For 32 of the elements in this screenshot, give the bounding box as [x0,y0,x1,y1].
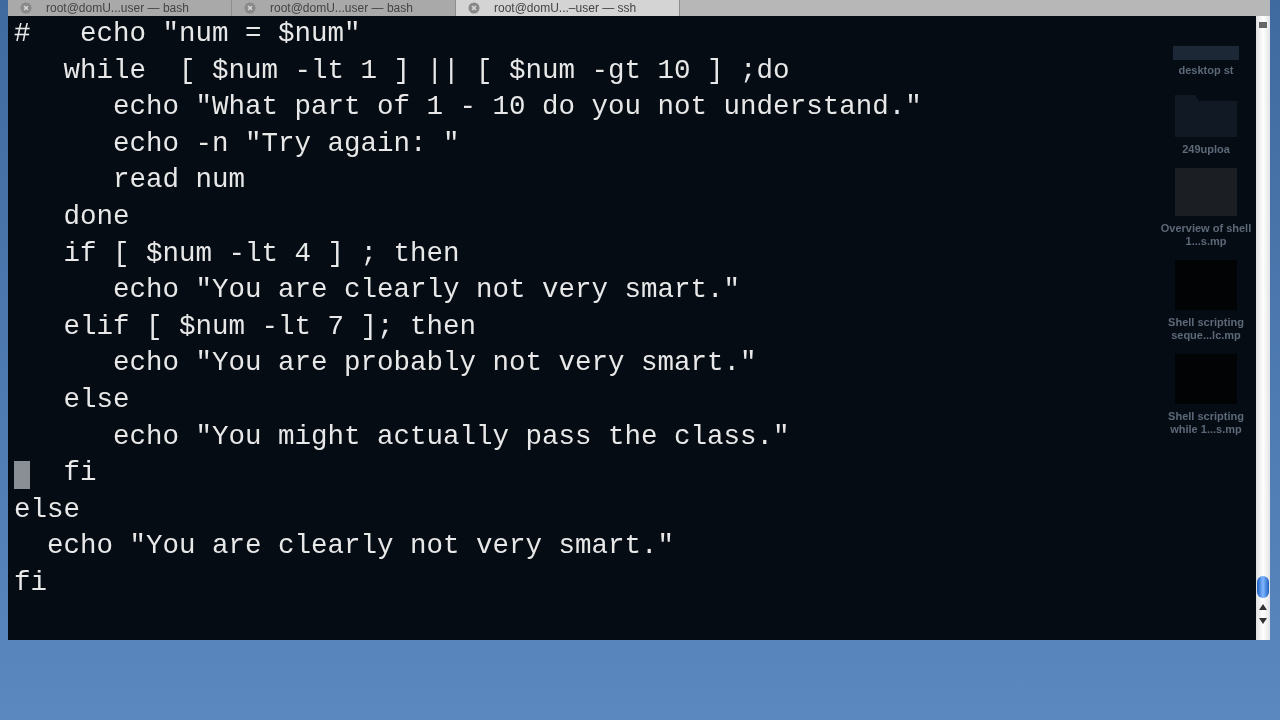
code-line: done [62,200,130,232]
close-icon[interactable] [468,2,480,14]
code-line: echo "You are clearly not very smart." [112,274,741,306]
code-line: echo -n "Try again: " [112,127,460,159]
close-icon[interactable] [244,2,256,14]
scroll-thumb[interactable] [1257,576,1269,598]
close-icon[interactable] [20,2,32,14]
terminal-tab[interactable]: root@domU...user — bash [8,0,232,16]
code-line: else [14,493,80,525]
desktop-item-label[interactable]: 249uploa [1156,143,1256,156]
code-line: read num [112,164,246,196]
desktop-item-label[interactable]: Shell scripting seque...lc.mp [1156,316,1256,342]
code-line: while [ $num -lt 1 ] || [ $num -gt 10 ] ;do [62,54,790,86]
down-arrow-icon[interactable] [1258,616,1268,626]
desktop-item-label[interactable]: Overview of shell 1...s.mp [1156,222,1256,248]
code-line: # echo "num = $num" [14,18,361,49]
code-line: elif [ $num -lt 7 ]; then [62,310,477,342]
desktop-item-label[interactable]: desktop st [1156,64,1256,77]
code-line: else [62,383,130,415]
desktop-item-label[interactable]: Shell scripting while 1...s.mp [1156,410,1256,436]
scroll-bar[interactable] [1256,16,1270,640]
up-arrow-icon[interactable] [1258,602,1268,612]
terminal-tab[interactable]: root@domU...–user — ssh [456,0,680,16]
code-line: if [ $num -lt 4 ] ; then [62,237,460,269]
code-line: echo "You are probably not very smart." [112,347,757,379]
code-line: fi [62,457,97,489]
code-line: fi [14,566,47,598]
code-line: echo "You might actually pass the class." [112,420,790,452]
code-line: echo "What part of 1 - 10 do you not understand." [112,91,922,123]
split-pane-icon[interactable] [1258,20,1268,30]
code-line: echo "You are clearly not very smart." [46,530,675,562]
terminal-tab[interactable]: root@domU...user — bash [232,0,456,16]
